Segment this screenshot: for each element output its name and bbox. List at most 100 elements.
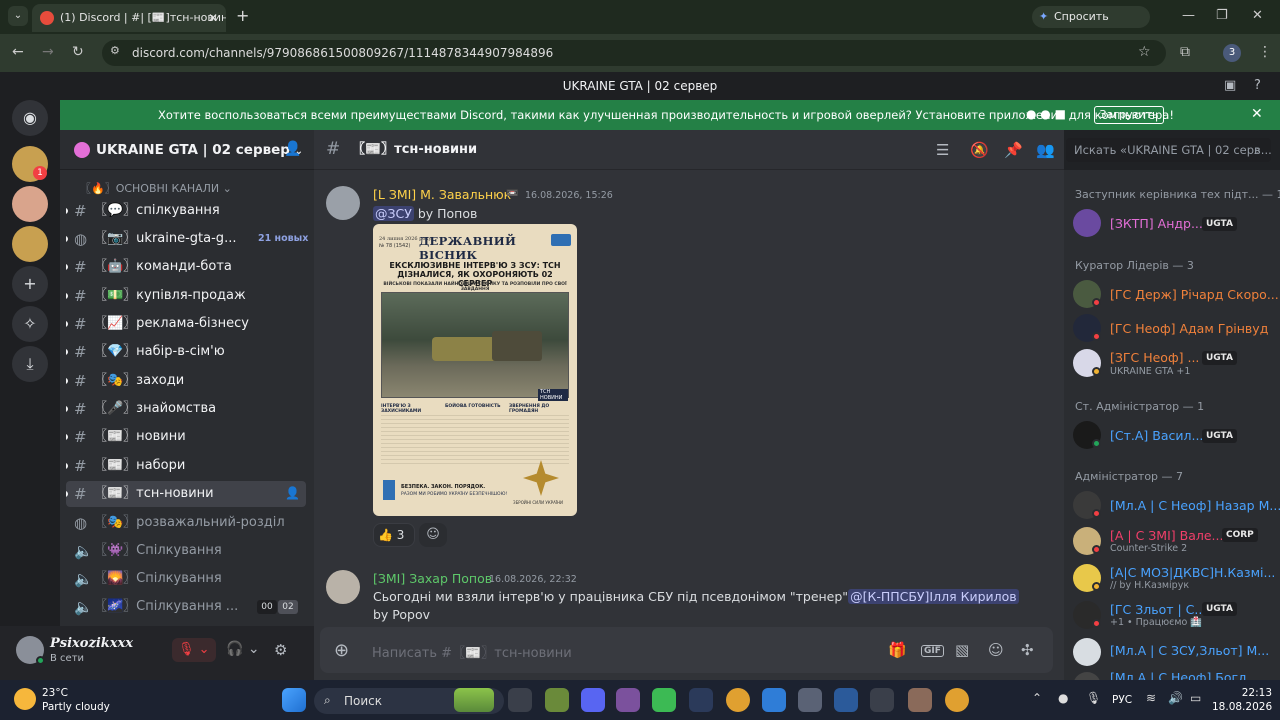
reload-icon[interactable]: ↻ — [72, 44, 84, 60]
thumbs-up-reaction[interactable]: 👍 3 — [373, 523, 415, 547]
username[interactable]: Psixozikxxx — [50, 636, 133, 651]
emoji-icon[interactable]: ☺ — [988, 641, 1004, 659]
voice-channel-2[interactable]: 🔈 〖🌄〗Спілкування — [66, 566, 306, 592]
extensions-icon[interactable]: ⧉ — [1180, 44, 1190, 60]
member-name[interactable]: [ЗГС Неоф] ... — [1110, 350, 1199, 365]
news-poster-image[interactable]: 24 липня 2026 року № 78 (1542) ДЕРЖАВНИЙ… — [373, 224, 577, 516]
browser-tab-discord[interactable]: (1) Discord | #| [📰]тсн-новини ✕ — [32, 4, 226, 32]
forward-icon[interactable]: → — [42, 44, 54, 60]
site-info-icon[interactable]: ⚙ — [110, 44, 120, 57]
language-indicator[interactable]: РУС — [1112, 694, 1132, 706]
gemini-button[interactable]: ✦ Спросить Gemini — [1032, 6, 1150, 45]
app-icon[interactable] — [762, 688, 786, 712]
member-name[interactable]: [ГС Держ] Річард Скоро... — [1110, 287, 1279, 302]
member-avatar[interactable] — [1073, 209, 1101, 237]
download-button[interactable]: Загрузить — [1094, 106, 1164, 124]
calculator-icon[interactable] — [834, 688, 858, 712]
member-name[interactable]: [А|С МОЗ|ДКВС]Н.Казмі... — [1110, 565, 1275, 580]
close-window-icon[interactable]: ✕ — [1252, 8, 1263, 23]
category-main[interactable]: 〖🔥〗ОСНОВНІ КАНАЛИ ⌄ — [80, 180, 232, 196]
discord-app-icon[interactable] — [581, 688, 605, 712]
back-icon[interactable]: ← — [12, 44, 24, 60]
explore-servers-icon[interactable]: ✧ — [12, 306, 48, 342]
gift-icon[interactable]: 🎁 — [888, 641, 907, 659]
app-icon[interactable] — [689, 688, 713, 712]
user-mention[interactable]: @[К-ППСБУ]Ілля Кирилов — [848, 589, 1019, 604]
threads-icon[interactable]: ☰ — [936, 141, 949, 159]
member-name[interactable]: [ГС Неоф] Адам Грінвуд — [1110, 321, 1268, 336]
channel-entertainment[interactable]: ◍ 〖🎭〗розважальний-розділ — [66, 510, 306, 536]
member-list-icon[interactable]: 👥 — [1036, 141, 1055, 159]
volume-icon[interactable]: 🔊 — [1168, 691, 1183, 705]
message-input[interactable]: Написать #〖📰〗тсн-новини — [372, 642, 572, 661]
channel-recruitment[interactable]: # 〖📰〗набори — [66, 453, 306, 479]
utorrent-icon[interactable] — [652, 688, 676, 712]
tray-overflow-icon[interactable]: ⌃ — [1032, 691, 1042, 705]
help-icon[interactable]: ? — [1254, 78, 1261, 93]
role-mention[interactable]: @ЗСУ — [373, 206, 414, 221]
add-server-icon[interactable]: + — [12, 266, 48, 302]
server-icon-ukraine-gta-2[interactable] — [12, 226, 48, 262]
add-reaction-icon[interactable]: ☺ — [419, 523, 447, 547]
wifi-icon[interactable]: ≋ — [1146, 691, 1156, 705]
mute-mic-button[interactable]: 🎙 ⌄ — [172, 638, 216, 662]
member-name[interactable]: [Мл.А | С Неоф] Богд... — [1110, 670, 1259, 680]
gif-icon[interactable]: GIF — [921, 645, 944, 657]
channel-family-recruit[interactable]: # 〖💎〗набір-в-сім'ю — [66, 339, 306, 365]
chrome-active-icon[interactable] — [945, 688, 969, 712]
inbox-icon[interactable]: ▣ — [1224, 78, 1236, 93]
channel-business-ads[interactable]: # 〖📈〗реклама-бізнесу — [66, 311, 306, 337]
banner-close-icon[interactable]: ✕ — [1251, 106, 1263, 122]
tab-search-dropdown-icon[interactable]: ⌄ — [8, 6, 28, 26]
profile-avatar[interactable]: 3 — [1223, 44, 1241, 62]
voice-channel-1[interactable]: 🔈 〖👾〗Спілкування — [66, 538, 306, 564]
chrome-icon[interactable] — [726, 688, 750, 712]
server-name-header[interactable]: UKRAINE GTA | 02 сервер ⌄ — [60, 130, 314, 170]
task-view-icon[interactable] — [508, 688, 532, 712]
invite-icon[interactable]: 👤 — [284, 141, 301, 157]
battery-icon[interactable]: ▭ — [1190, 691, 1201, 705]
member-name[interactable]: [Мл.А | С Неоф] Назар М... — [1110, 498, 1280, 513]
notification-bell-icon[interactable]: 🔕 — [970, 141, 989, 159]
attach-plus-icon[interactable]: ⊕ — [334, 640, 349, 661]
message-author-name[interactable]: [ЗМІ] Захар Попов — [373, 571, 492, 586]
member-name[interactable]: [Мл.А | С ЗСУ,Зльот] М... — [1110, 643, 1269, 658]
member-name[interactable]: [ЗКТП] Андр... — [1110, 216, 1203, 231]
url-bar[interactable]: discord.com/channels/979086861500809267/… — [102, 40, 1166, 66]
create-invite-icon[interactable]: 👤 — [285, 486, 300, 500]
headphones-icon[interactable]: 🎧 ⌄ — [226, 641, 260, 657]
channel-spilkuvannya[interactable]: # 〖💬〗спілкування — [66, 198, 306, 224]
app-icon[interactable] — [908, 688, 932, 712]
new-tab-icon[interactable]: + — [236, 6, 249, 25]
channel-events[interactable]: # 〖🎭〗заходи — [66, 368, 306, 394]
weather-icon[interactable] — [14, 688, 36, 710]
channel-buy-sell[interactable]: # 〖💵〗купівля-продаж — [66, 283, 306, 309]
weather-widget[interactable]: 23°C Partly cloudy — [42, 686, 110, 714]
search-input[interactable]: Искать «UKRAINE GTA | 02 серв... — [1066, 138, 1271, 162]
server-icon-avatar[interactable] — [12, 186, 48, 222]
discord-home-icon[interactable]: ◉ — [12, 100, 48, 136]
channel-news[interactable]: # 〖📰〗новини — [66, 424, 306, 450]
channel-dating[interactable]: # 〖🎤〗знайомства — [66, 396, 306, 422]
message-author-avatar[interactable] — [326, 186, 360, 220]
app-icon[interactable] — [798, 688, 822, 712]
taskbar-clock[interactable]: 22:13 18.08.2026 — [1212, 686, 1272, 714]
maximize-icon[interactable]: ❐ — [1216, 8, 1228, 23]
tray-app-icon[interactable]: ● — [1058, 691, 1068, 705]
file-explorer-icon[interactable] — [870, 688, 894, 712]
download-apps-icon[interactable]: ⤓ — [12, 346, 48, 382]
browser-menu-icon[interactable]: ⋮ — [1258, 44, 1272, 60]
microphone-icon[interactable]: 🎙 — [1086, 691, 1101, 705]
sticker-icon[interactable]: ▧ — [955, 641, 969, 659]
viber-icon[interactable] — [616, 688, 640, 712]
start-windows-icon[interactable] — [282, 688, 306, 712]
minimize-icon[interactable]: — — [1182, 8, 1195, 23]
channel-tsn-news[interactable]: # 〖📰〗тсн-новини — [66, 481, 306, 507]
message-author-name[interactable]: [L ЗМІ] М. Завальнюк — [373, 187, 511, 202]
member-name[interactable]: [Ст.А] Васил... — [1110, 428, 1203, 443]
bookmark-star-icon[interactable]: ☆ — [1138, 44, 1151, 60]
member-avatar[interactable] — [1073, 638, 1101, 666]
apps-icon[interactable]: ✣ — [1021, 641, 1034, 659]
pinned-messages-icon[interactable]: 📌 — [1004, 141, 1023, 159]
channel-bot-commands[interactable]: # 〖🤖〗команди-бота — [66, 254, 306, 280]
